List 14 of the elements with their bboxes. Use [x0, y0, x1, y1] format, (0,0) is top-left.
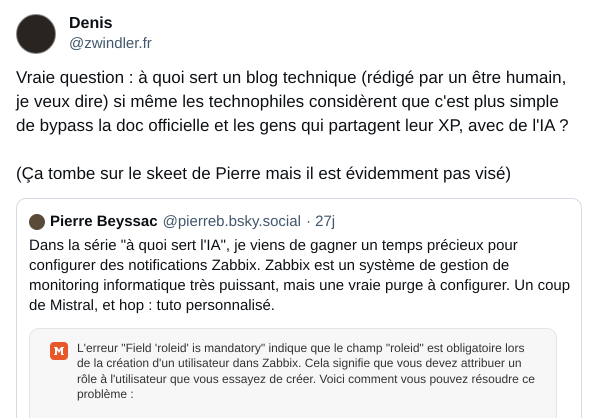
- post-time: · 27j: [306, 212, 336, 232]
- post-text: Vraie question : à quoi sert un blog technique (rédigé par un être humain, je veux dire) si même les technophiles considèrent que c'est plus simple de bypass la doc officielle et les gens qui partagent leur XP, avec de l'IA ?: [16, 67, 570, 137]
- quoted-author-name: Pierre Beyssac: [50, 212, 158, 232]
- quoted-post-card[interactable]: [16, 198, 582, 418]
- quoted-post-text: Dans la série "à quoi sert l'IA", je viens de gagner un temps précieux pour configurer des notifications Zabbix. Zabbix est un système de gestion de monitoring informatique très puissant, mais une vraie purge à configurer. Un coup de Mistral, et hop : tuto personnalisé.: [29, 236, 572, 316]
- assistant-message: L'erreur "Field 'roleid' is mandatory" indique que le champ "roleid" est obligatoire lors de la création d'un utilisateur dans Zabbix. Cela signifie que vous devez attribuer un rôle à l'utilisateur que vous essayez de créer. Voici comment vous pouvez résoudre ce problème :: [77, 340, 536, 402]
- avatar-placeholder: [29, 214, 45, 230]
- author-name[interactable]: Denis: [69, 14, 152, 34]
- author-handle[interactable]: @zwindler.fr: [69, 34, 152, 54]
- avatar-placeholder[interactable]: [16, 14, 56, 54]
- logo-icon: [50, 342, 68, 360]
- quoted-author-handle: @pierreb.bsky.social: [162, 212, 301, 232]
- embedded-screenshot[interactable]: [29, 328, 557, 418]
- post-text: (Ça tombe sur le skeet de Pierre mais il est évidemment pas visé): [16, 163, 512, 185]
